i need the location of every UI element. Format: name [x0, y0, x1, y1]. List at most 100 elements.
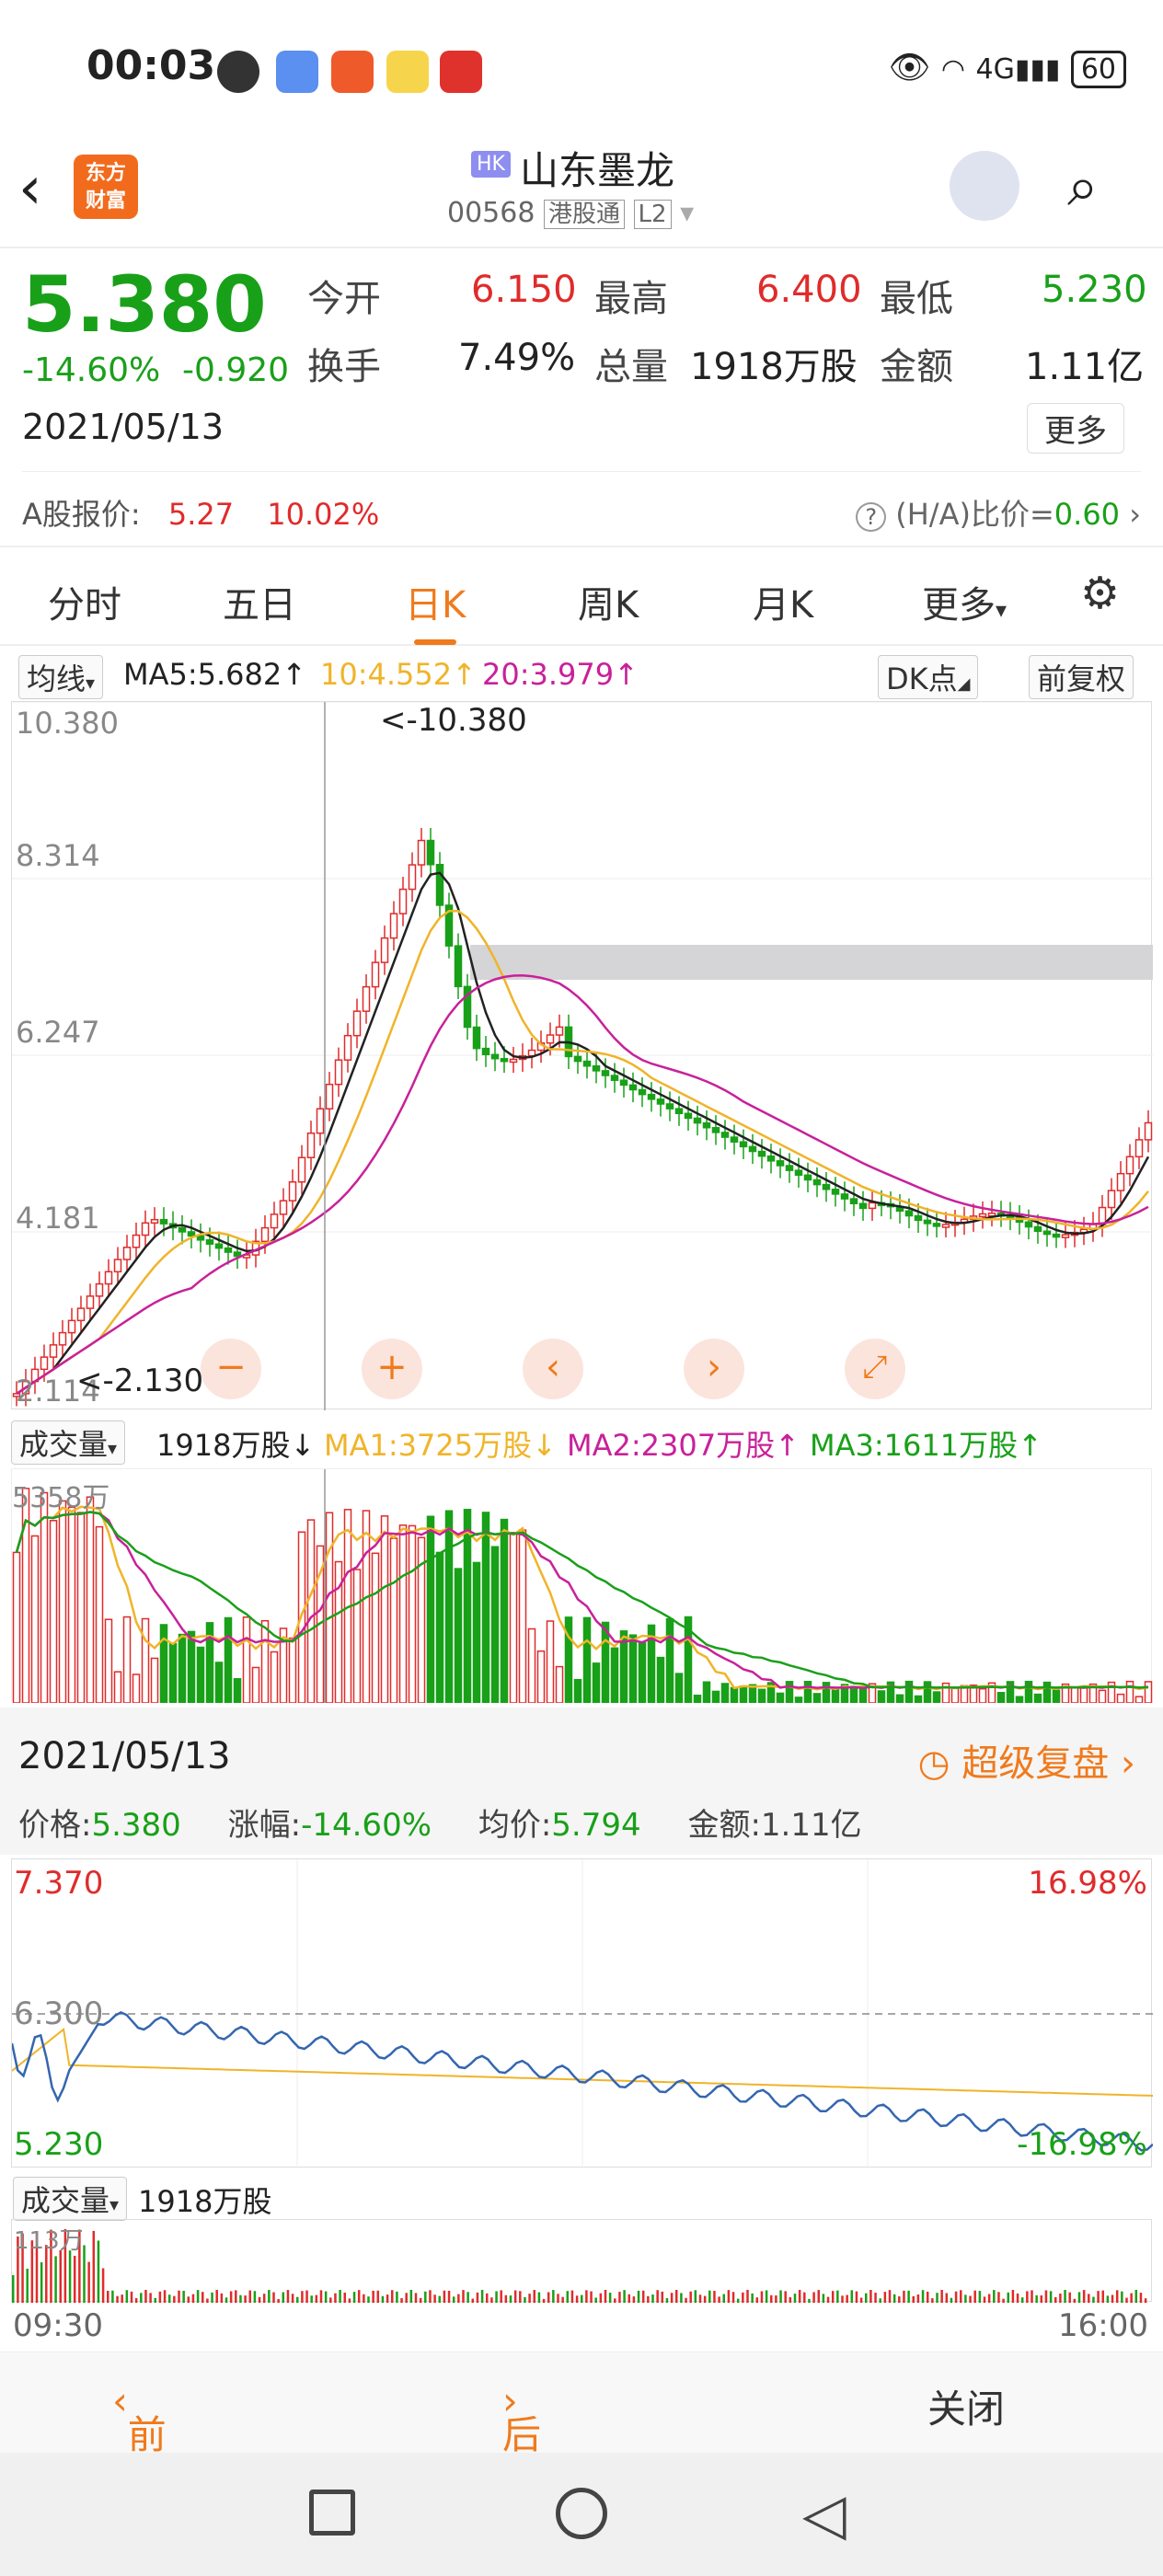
candle-down	[849, 1198, 858, 1204]
volume-chart[interactable]: 5358万	[11, 1468, 1153, 1704]
a-share-quote[interactable]: A股报价: 5.27 10.02%	[22, 491, 379, 534]
zoom-out-button[interactable]: −	[201, 1339, 261, 1399]
candle-down	[840, 1193, 849, 1200]
history-icon: ◷	[917, 1742, 950, 1785]
next-day-button[interactable]: 后一天 ›	[502, 2378, 541, 2570]
ma-selector[interactable]: 均线▾	[18, 655, 104, 699]
home-icon[interactable]	[556, 2488, 607, 2539]
volume-bar-up	[352, 1569, 362, 1704]
fullscreen-button[interactable]: ⤢	[845, 1339, 905, 1399]
volume-bar-up	[389, 1537, 398, 1704]
eye-icon: 👁	[888, 49, 931, 86]
tab-more[interactable]: 更多▾	[922, 575, 1007, 628]
candle-down	[638, 1088, 647, 1096]
intraday-volume-bar	[480, 2290, 484, 2303]
candle-down	[757, 1150, 766, 1157]
intraday-volume-bar	[570, 2290, 574, 2303]
tab-five-day[interactable]: 五日	[223, 575, 296, 628]
tab-intraday[interactable]: 分时	[48, 575, 121, 628]
volume-bar-down	[582, 1616, 592, 1704]
candle-up	[316, 1108, 325, 1134]
recents-icon[interactable]	[309, 2490, 355, 2536]
volume-bar-up	[86, 1496, 95, 1704]
gap-zone	[470, 945, 1153, 980]
volume-value: 1918万股↓	[156, 1428, 316, 1463]
super-replay-link[interactable]: ◷ 超级复盘 ›	[918, 1733, 1135, 1787]
intraday-volume-bar	[443, 2290, 446, 2303]
intraday-volume-bar	[1115, 2290, 1119, 2303]
intraday-volume-selector[interactable]: 成交量▾	[13, 2177, 128, 2221]
candle-up	[1144, 1121, 1153, 1141]
search-icon[interactable]: ⌕	[1067, 155, 1099, 219]
intraday-volume-bar: 成交量▾ 1918万股	[0, 2171, 1163, 2221]
intraday-volume-bar	[765, 2290, 768, 2303]
intraday-volume-bar	[798, 2290, 801, 2303]
tab-daily-k[interactable]: 日K	[405, 575, 466, 645]
signal-icon: 4G▮▮▮	[975, 53, 1061, 86]
scroll-right-button[interactable]: ›	[684, 1339, 744, 1399]
candle-up	[76, 1307, 86, 1322]
prev-day-button[interactable]: ‹ 前一天	[112, 2378, 167, 2570]
close-button[interactable]: 关闭	[927, 2378, 1005, 2434]
robot-assistant-icon[interactable]	[950, 151, 1019, 221]
intraday-volume-bar	[817, 2290, 820, 2303]
y-label-top: 10.380	[16, 706, 119, 741]
dk-selector[interactable]: DK点◢	[878, 655, 979, 699]
more-button[interactable]: 更多	[1027, 403, 1124, 454]
volume-bar-up	[1116, 1693, 1125, 1704]
gear-icon[interactable]: ⚙	[1080, 568, 1120, 619]
adjust-selector[interactable]: 前复权	[1029, 655, 1134, 699]
candle-up	[380, 937, 389, 963]
volume-bar-down	[500, 1518, 509, 1704]
time-start: 09:30	[13, 2307, 103, 2344]
tab-monthly-k[interactable]: 月K	[753, 575, 813, 628]
vol-ma3: MA3:1611万股↑	[810, 1428, 1042, 1463]
candle-down	[1024, 1221, 1033, 1228]
candle-up	[868, 1202, 877, 1210]
intraday-chart[interactable]: 7.370 6.300 5.230 16.98% -16.98%	[10, 1858, 1154, 2168]
intraday-volume-svg	[12, 2229, 1147, 2303]
intraday-volume-bar	[1031, 2290, 1033, 2303]
zoom-in-button[interactable]: +	[362, 1339, 422, 1399]
tab-weekly-k[interactable]: 周K	[578, 575, 639, 628]
intraday-volume-bar	[888, 2290, 892, 2303]
candle-down	[490, 1053, 500, 1060]
volume-bar-up	[104, 1618, 113, 1704]
back-chevron-icon[interactable]: ‹	[18, 155, 42, 223]
candle-up	[362, 985, 371, 1012]
scroll-left-button[interactable]: ‹	[523, 1339, 583, 1399]
volume-bar-down	[665, 1617, 674, 1704]
volume-bar-up	[371, 1552, 380, 1704]
kline-chart[interactable]: 10.380 8.314 6.247 4.181 2.114 <-10.380 …	[11, 701, 1153, 1410]
intraday-volume-bar	[1082, 2290, 1086, 2303]
volume-bar-up	[1098, 1689, 1107, 1704]
intraday-volume-bar	[357, 2290, 361, 2303]
volume-bar-down	[444, 1510, 454, 1704]
amount-label: 金额	[880, 346, 953, 388]
candle-down	[1042, 1230, 1052, 1236]
volume-bar-up	[49, 1520, 58, 1704]
candle-down	[730, 1136, 739, 1143]
candle-down	[822, 1183, 831, 1190]
candle-up	[352, 1010, 362, 1037]
volume-selector[interactable]: 成交量▾	[11, 1420, 126, 1465]
candle-down	[858, 1202, 868, 1210]
stock-code-line[interactable]: 00568 港股通 L2 ▾	[447, 195, 694, 229]
candle-up	[555, 1026, 564, 1036]
intraday-volume-bar	[694, 2290, 697, 2303]
stock-name[interactable]: 山东墨龙	[520, 140, 674, 196]
intraday-volume-bar	[513, 2290, 517, 2303]
volume-bar-down	[564, 1616, 573, 1704]
intraday-volume-bar	[101, 2268, 105, 2303]
ma10-value: 10:4.552↑	[320, 657, 477, 692]
turnover-label: 换手	[307, 346, 381, 388]
intraday-volume-bar	[87, 2261, 90, 2303]
candle-down	[766, 1155, 776, 1162]
day-detail-panel: 2021/05/13 ◷ 超级复盘 › 价格:5.380 涨幅:-14.60% …	[0, 1708, 1163, 1855]
volume-bar-down	[849, 1685, 858, 1704]
back-triangle-icon[interactable]: ◁	[802, 2480, 846, 2547]
intraday-volume-chart[interactable]: 113万	[11, 2219, 1152, 2303]
ha-ratio[interactable]: ? (H/A)比价=0.60 ›	[856, 491, 1141, 534]
candle-up	[95, 1282, 104, 1297]
volume-bar-up	[555, 1665, 564, 1704]
